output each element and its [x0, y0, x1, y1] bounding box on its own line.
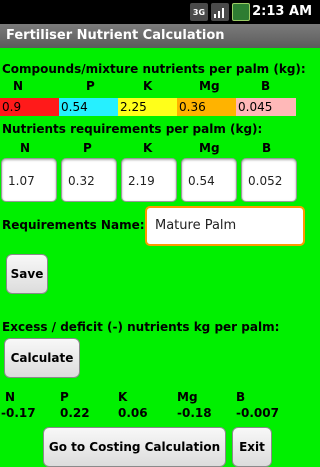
requirements-name-field[interactable]: Mature Palm	[145, 206, 305, 246]
costing-calculation-button[interactable]: Go to Costing Calculation	[43, 427, 226, 467]
req-header-mg: Mg	[199, 141, 220, 155]
clock: 2:13 AM	[252, 4, 312, 19]
result-header-mg: Mg	[177, 390, 198, 404]
result-header-p: P	[60, 390, 69, 404]
result-header-n: N	[5, 390, 16, 404]
result-b-value: -0.007	[236, 406, 279, 420]
requirement-b-field[interactable]: 0.052	[241, 158, 297, 202]
compound-p-value: 0.54	[59, 98, 118, 116]
requirement-n-field[interactable]: 1.07	[1, 158, 57, 202]
req-header-n: N	[20, 141, 31, 155]
result-header-b: B	[236, 390, 246, 404]
req-header-b: B	[262, 141, 272, 155]
header-p: P	[86, 79, 95, 93]
compound-mg-value: 0.36	[177, 98, 236, 116]
requirements-label: Nutrients requirements per palm (kg):	[2, 122, 263, 136]
requirement-k-field[interactable]: 2.19	[121, 158, 177, 202]
compounds-values-row: 0.9 0.54 2.25 0.36 0.045	[0, 98, 320, 116]
calculate-button[interactable]: Calculate	[4, 338, 80, 378]
excess-label: Excess / deficit (-) nutrients kg per pa…	[2, 320, 280, 334]
battery-icon	[232, 3, 250, 21]
requirement-p-field[interactable]: 0.32	[61, 158, 117, 202]
requirements-header-row: N P K Mg B	[0, 141, 320, 159]
results-values-row: -0.17 0.22 0.06 -0.18 -0.007	[0, 406, 320, 422]
exit-button[interactable]: Exit	[232, 427, 272, 467]
header-mg: Mg	[199, 79, 220, 93]
header-n: N	[13, 79, 24, 93]
save-button[interactable]: Save	[6, 254, 48, 294]
result-header-k: K	[118, 390, 128, 404]
requirements-name-label: Requirements Name:	[2, 218, 145, 232]
compound-n-value: 0.9	[0, 98, 59, 116]
result-k-value: 0.06	[118, 406, 148, 420]
app-title: Fertiliser Nutrient Calculation	[0, 24, 320, 48]
req-header-p: P	[83, 141, 92, 155]
header-k: K	[143, 79, 153, 93]
compound-k-value: 2.25	[118, 98, 177, 116]
status-bar: 3G 2:13 AM	[0, 0, 320, 24]
results-header-row: N P K Mg B	[0, 390, 320, 406]
result-n-value: -0.17	[1, 406, 36, 420]
header-b: B	[261, 79, 271, 93]
result-mg-value: -0.18	[177, 406, 212, 420]
compounds-header-row: N P K Mg B	[0, 79, 320, 97]
network-3g-icon: 3G	[190, 3, 208, 21]
req-header-k: K	[143, 141, 153, 155]
compounds-label: Compounds/mixture nutrients per palm (kg…	[2, 62, 306, 76]
result-p-value: 0.22	[60, 406, 90, 420]
requirement-mg-field[interactable]: 0.54	[181, 158, 237, 202]
signal-icon	[211, 3, 229, 21]
compound-b-value: 0.045	[236, 98, 296, 116]
requirements-inputs: 1.07 0.32 2.19 0.54 0.052	[0, 158, 320, 204]
